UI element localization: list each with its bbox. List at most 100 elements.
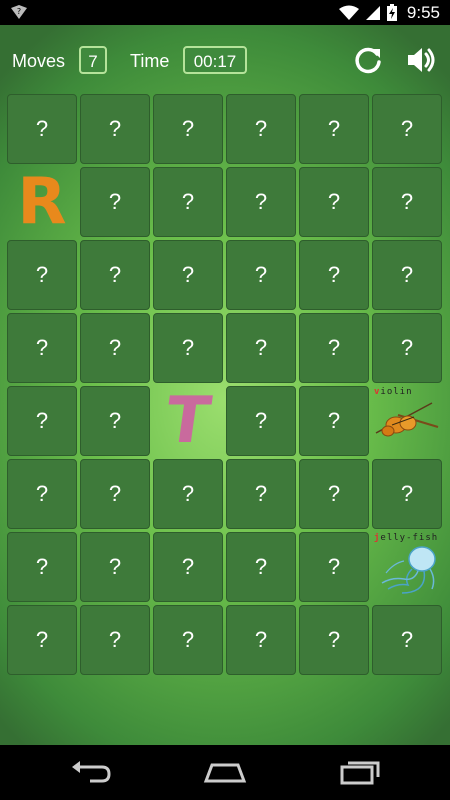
hidden-card[interactable]: ? (372, 313, 442, 383)
hidden-card-symbol: ? (108, 554, 122, 579)
hidden-card-symbol: ? (181, 189, 195, 214)
game-screen: Moves 7 Time 00:17 ?????? R??????????????… (0, 25, 450, 745)
hidden-card[interactable]: ? (7, 94, 77, 164)
hidden-card[interactable]: ? (299, 240, 369, 310)
hidden-card-symbol: ? (327, 408, 341, 433)
hidden-card-symbol: ? (108, 189, 122, 214)
battery-icon (386, 4, 397, 21)
time-label: Time (130, 51, 170, 71)
home-button[interactable] (200, 757, 250, 787)
hidden-card-symbol: ? (254, 189, 268, 214)
hidden-card[interactable]: ? (80, 313, 150, 383)
recent-apps-button[interactable] (334, 757, 384, 787)
revealed-picture-card[interactable]: violin (372, 386, 442, 456)
hidden-card[interactable]: ? (372, 240, 442, 310)
hidden-card-symbol: ? (181, 627, 195, 652)
hidden-card[interactable]: ? (80, 386, 150, 456)
hidden-card[interactable]: ? (80, 94, 150, 164)
hidden-card-symbol: ? (254, 481, 268, 506)
hidden-card[interactable]: ? (7, 240, 77, 310)
violin-icon (375, 402, 439, 437)
hidden-card-symbol: ? (108, 335, 122, 360)
hidden-card[interactable]: ? (80, 532, 150, 602)
hidden-card-symbol: ? (327, 262, 341, 287)
revealed-picture-card[interactable]: jelly-fish (372, 532, 442, 602)
hidden-card[interactable]: ? (153, 605, 223, 675)
hidden-card-symbol: ? (108, 627, 122, 652)
hidden-card[interactable]: ? (153, 167, 223, 237)
hidden-card[interactable]: ? (226, 605, 296, 675)
card-picture (374, 543, 440, 601)
hidden-card[interactable]: ? (299, 167, 369, 237)
hidden-card-symbol: ? (181, 262, 195, 287)
hidden-card[interactable]: ? (80, 240, 150, 310)
hidden-card[interactable]: ? (299, 386, 369, 456)
hidden-card-symbol: ? (181, 554, 195, 579)
hidden-card[interactable]: ? (7, 605, 77, 675)
signal-icon (365, 5, 380, 20)
card-letter: T (160, 386, 216, 456)
hidden-card[interactable]: ? (7, 459, 77, 529)
hidden-card-symbol: ? (400, 262, 414, 287)
hidden-card-symbol: ? (35, 408, 49, 433)
word-rest: iolin (380, 387, 413, 397)
refresh-icon (355, 47, 381, 74)
hidden-card-symbol: ? (254, 627, 268, 652)
status-clock: 9:55 (406, 2, 440, 22)
hidden-card[interactable]: ? (372, 94, 442, 164)
moves-label: Moves (12, 51, 66, 71)
score-bar: Moves 7 Time 00:17 (0, 25, 450, 95)
hidden-card[interactable]: ? (299, 459, 369, 529)
hidden-card[interactable]: ? (372, 459, 442, 529)
hidden-card[interactable]: ? (7, 532, 77, 602)
hidden-card-symbol: ? (35, 262, 49, 287)
hidden-card[interactable]: ? (80, 167, 150, 237)
recent-apps-icon (340, 761, 380, 785)
hidden-card[interactable]: ? (226, 94, 296, 164)
hidden-card[interactable]: ? (226, 240, 296, 310)
hidden-card-symbol: ? (254, 262, 268, 287)
hidden-card[interactable]: ? (7, 313, 77, 383)
hidden-card[interactable]: ? (226, 313, 296, 383)
time-counter: 00:17 (183, 46, 247, 74)
hidden-card[interactable]: ? (299, 605, 369, 675)
restart-button[interactable] (351, 43, 385, 77)
hidden-card-symbol: ? (327, 554, 341, 579)
hidden-card[interactable]: ? (153, 313, 223, 383)
hidden-card-symbol: ? (108, 262, 122, 287)
home-icon (203, 763, 247, 783)
hidden-card-symbol: ? (108, 116, 122, 141)
card-grid: ?????? R??????????????????? T?? violin?????… (7, 94, 444, 675)
hidden-card[interactable]: ? (153, 532, 223, 602)
hidden-card[interactable]: ? (226, 386, 296, 456)
hidden-card[interactable]: ? (80, 459, 150, 529)
hidden-card-symbol: ? (327, 627, 341, 652)
card-picture (374, 397, 440, 449)
hidden-card[interactable]: ? (299, 532, 369, 602)
hidden-card[interactable]: ? (299, 94, 369, 164)
revealed-letter-card[interactable]: T (153, 386, 223, 456)
hidden-card[interactable]: ? (372, 167, 442, 237)
hidden-card[interactable]: ? (299, 313, 369, 383)
word-rest: elly-fish (380, 533, 439, 543)
hidden-card[interactable]: ? (372, 605, 442, 675)
sound-button[interactable] (404, 43, 438, 77)
hidden-card[interactable]: ? (226, 167, 296, 237)
back-button[interactable] (66, 757, 116, 787)
hidden-card-symbol: ? (35, 481, 49, 506)
svg-text:?: ? (17, 7, 21, 16)
hidden-card[interactable]: ? (153, 240, 223, 310)
hidden-card-symbol: ? (400, 627, 414, 652)
hidden-card-symbol: ? (327, 335, 341, 360)
moves-counter: 7 (79, 46, 107, 74)
hidden-card-symbol: ? (254, 335, 268, 360)
hidden-card-symbol: ? (108, 481, 122, 506)
navigation-bar (0, 745, 450, 800)
revealed-letter-card[interactable]: R (7, 167, 77, 237)
hidden-card[interactable]: ? (226, 532, 296, 602)
hidden-card[interactable]: ? (153, 94, 223, 164)
hidden-card[interactable]: ? (153, 459, 223, 529)
hidden-card[interactable]: ? (80, 605, 150, 675)
hidden-card[interactable]: ? (226, 459, 296, 529)
hidden-card[interactable]: ? (7, 386, 77, 456)
